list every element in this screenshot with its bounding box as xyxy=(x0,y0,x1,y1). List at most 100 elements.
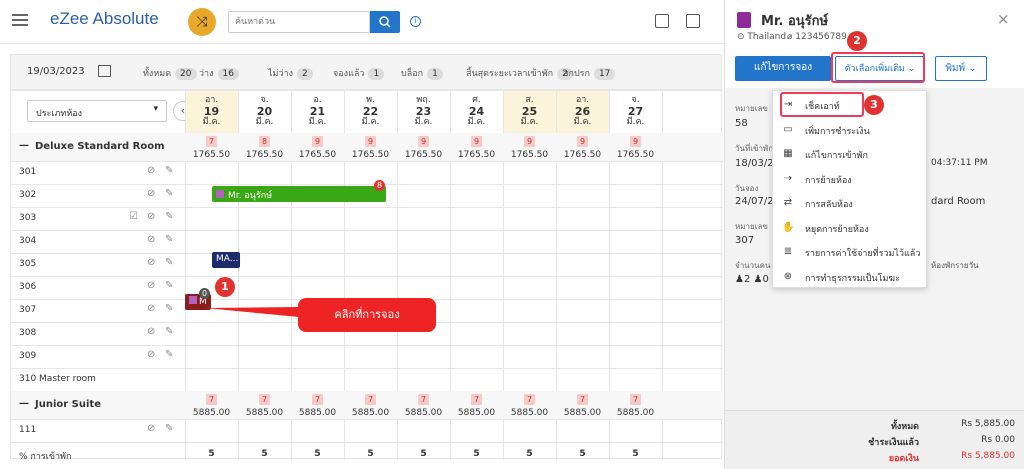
room-number[interactable]: 304 xyxy=(19,236,36,246)
stat-label: ว่าง xyxy=(199,69,214,79)
stat-5[interactable]: สิ้นสุดระยะเวลาเข้าพัก 2 xyxy=(466,66,573,80)
guest-count: ♟2 ♟0 xyxy=(735,274,769,285)
room-number[interactable]: 309 xyxy=(19,351,36,361)
date-display[interactable]: 19/03/2023 xyxy=(27,66,85,77)
balance-label: ยอดเงิน xyxy=(888,454,919,464)
print-button[interactable]: พิมพ์ ⌄ xyxy=(935,56,987,81)
broom-icon: ✎ xyxy=(165,423,174,434)
room-number[interactable]: 305 xyxy=(19,259,36,269)
availability-badge: 7 xyxy=(418,394,429,405)
no-smoking-icon: ⊘ xyxy=(147,165,156,176)
reservation-bar[interactable]: Mr. อนุรักษ์ xyxy=(212,186,386,202)
room-number[interactable]: 308 xyxy=(19,328,36,338)
menu-item[interactable]: ⇢ การย้ายห้อง xyxy=(773,167,928,191)
reservation-number-value: 58 xyxy=(735,118,748,129)
stat-0[interactable]: ทั้งหมด 20 xyxy=(143,66,197,80)
reservation-number-label: หมายเลข xyxy=(735,104,768,113)
menu-item[interactable]: ≣ รายการค่าใช้จ่ายที่รวมไว้แล้ว xyxy=(773,240,928,264)
availability-badge: 7 xyxy=(524,394,535,405)
day-header[interactable]: พฤ. 23 มี.ค. xyxy=(397,91,450,133)
paid-value: Rs 0.00 xyxy=(981,435,1015,445)
search-input[interactable] xyxy=(228,11,370,33)
total-label: ทั้งหมด xyxy=(890,422,919,432)
edit-reservation-button[interactable]: แก้ไขการจอง xyxy=(735,56,831,81)
menu-item-label: หยุดการย้ายห้อง xyxy=(805,224,869,235)
menu-item[interactable]: ▦ แก้ไขการเข้าพัก xyxy=(773,142,928,166)
menu-item-label: การทำธุรกรรมเป็นโมฆะ xyxy=(805,273,900,284)
reservation-bar[interactable]: MA... xyxy=(212,252,240,268)
search-icon xyxy=(379,16,391,28)
calendar-notify-icon[interactable] xyxy=(655,14,669,28)
room-number[interactable]: 303 xyxy=(19,213,36,223)
stat-label: บล็อก xyxy=(401,69,424,79)
day-month: มี.ค. xyxy=(255,117,274,127)
stat-1[interactable]: ว่าง 16 xyxy=(199,66,239,80)
broom-icon: ✎ xyxy=(165,280,174,291)
row-divider xyxy=(11,345,723,346)
checkbox-icon[interactable]: ☑ xyxy=(129,211,138,222)
room-number[interactable]: 301 xyxy=(19,167,36,177)
no-smoking-icon: ⊘ xyxy=(147,257,156,268)
rate-value: 1765.50 xyxy=(351,150,390,160)
reservation-icon xyxy=(216,190,224,198)
stat-4[interactable]: บล็อก 1 xyxy=(401,66,443,80)
room-type-select[interactable]: ประเภทห้อง ▾ xyxy=(27,100,167,122)
menu-item[interactable]: ⇄ การสลับห้อง xyxy=(773,191,928,215)
stat-2[interactable]: ไม่ว่าง 2 xyxy=(268,66,313,80)
row-divider xyxy=(11,253,723,254)
hamburger-menu-icon[interactable] xyxy=(12,14,28,26)
day-number: 21 xyxy=(309,105,326,118)
stat-6[interactable]: สกปรก 17 xyxy=(563,66,616,80)
occupancy-label: % การเข้าพัก xyxy=(19,452,72,462)
search-button[interactable] xyxy=(370,11,400,33)
print-label: พิมพ์ xyxy=(945,63,966,74)
close-icon[interactable]: × xyxy=(997,10,1010,28)
stat-count-badge: 17 xyxy=(593,68,616,80)
menu-item[interactable]: ▭ เพิ่มการชำระเงิน xyxy=(773,118,928,142)
room-number[interactable]: 306 xyxy=(19,282,36,292)
payment-icon: ▭ xyxy=(783,123,793,135)
chevron-down-icon: ▾ xyxy=(153,104,158,114)
calendar-icon[interactable] xyxy=(98,65,111,77)
day-header[interactable]: อา. 26 มี.ค. xyxy=(556,91,609,133)
stat-3[interactable]: จองแล้ว 1 xyxy=(333,66,385,80)
day-header[interactable]: พ. 22 มี.ค. xyxy=(344,91,397,133)
day-header[interactable]: ศ. 24 มี.ค. xyxy=(450,91,503,133)
day-number: 23 xyxy=(415,105,432,118)
room-number[interactable]: 310 Master room xyxy=(19,374,96,384)
paid-label: ชำระเงินแล้ว xyxy=(868,438,919,448)
instruction-callout: คลิกที่การจอง xyxy=(298,298,436,332)
day-number: 27 xyxy=(627,105,644,118)
day-number: 25 xyxy=(521,105,538,118)
room-number[interactable]: 111 xyxy=(19,425,36,435)
menu-item[interactable]: ✋ หยุดการย้ายห้อง xyxy=(773,216,928,240)
day-header[interactable]: อา. 19 มี.ค. xyxy=(185,91,238,133)
collapse-icon[interactable]: — xyxy=(19,140,29,151)
menu-item-label: เพิ่มการชำระเงิน xyxy=(805,126,870,137)
day-header[interactable]: จ. 27 มี.ค. xyxy=(609,91,662,133)
rate-value: 1765.50 xyxy=(298,150,337,160)
collapse-icon[interactable]: — xyxy=(19,398,29,409)
day-number: 22 xyxy=(362,105,379,118)
step-1-marker: 1 xyxy=(215,277,235,297)
rate-value: 5885.00 xyxy=(457,408,496,418)
reservation-count-badge: 0 xyxy=(199,288,210,299)
no-smoking-icon: ⊘ xyxy=(147,349,156,360)
menu-item[interactable]: ⊗ การทำธุรกรรมเป็นโมฆะ xyxy=(773,265,928,289)
room-number[interactable]: 302 xyxy=(19,190,36,200)
day-header[interactable]: อ. 21 มี.ค. xyxy=(291,91,344,133)
stat-label: สกปรก xyxy=(563,69,590,79)
reservation-icon xyxy=(189,296,197,304)
info-icon[interactable]: i xyxy=(410,16,421,27)
room-number[interactable]: 307 xyxy=(19,305,36,315)
shuffle-icon[interactable]: ⤨ xyxy=(188,8,216,36)
day-header[interactable]: ส. 25 มี.ค. xyxy=(503,91,556,133)
broom-icon: ✎ xyxy=(165,188,174,199)
day-header[interactable]: จ. 20 มี.ค. xyxy=(238,91,291,133)
calendar-icon[interactable] xyxy=(686,14,700,28)
guest-phone: ⌀ 123456789 xyxy=(787,32,847,42)
guests-label: จำนวนคน xyxy=(735,261,771,270)
occupancy-value: 5 xyxy=(208,449,215,459)
day-month: มี.ค. xyxy=(202,117,221,127)
availability-badge: 9 xyxy=(471,136,482,147)
